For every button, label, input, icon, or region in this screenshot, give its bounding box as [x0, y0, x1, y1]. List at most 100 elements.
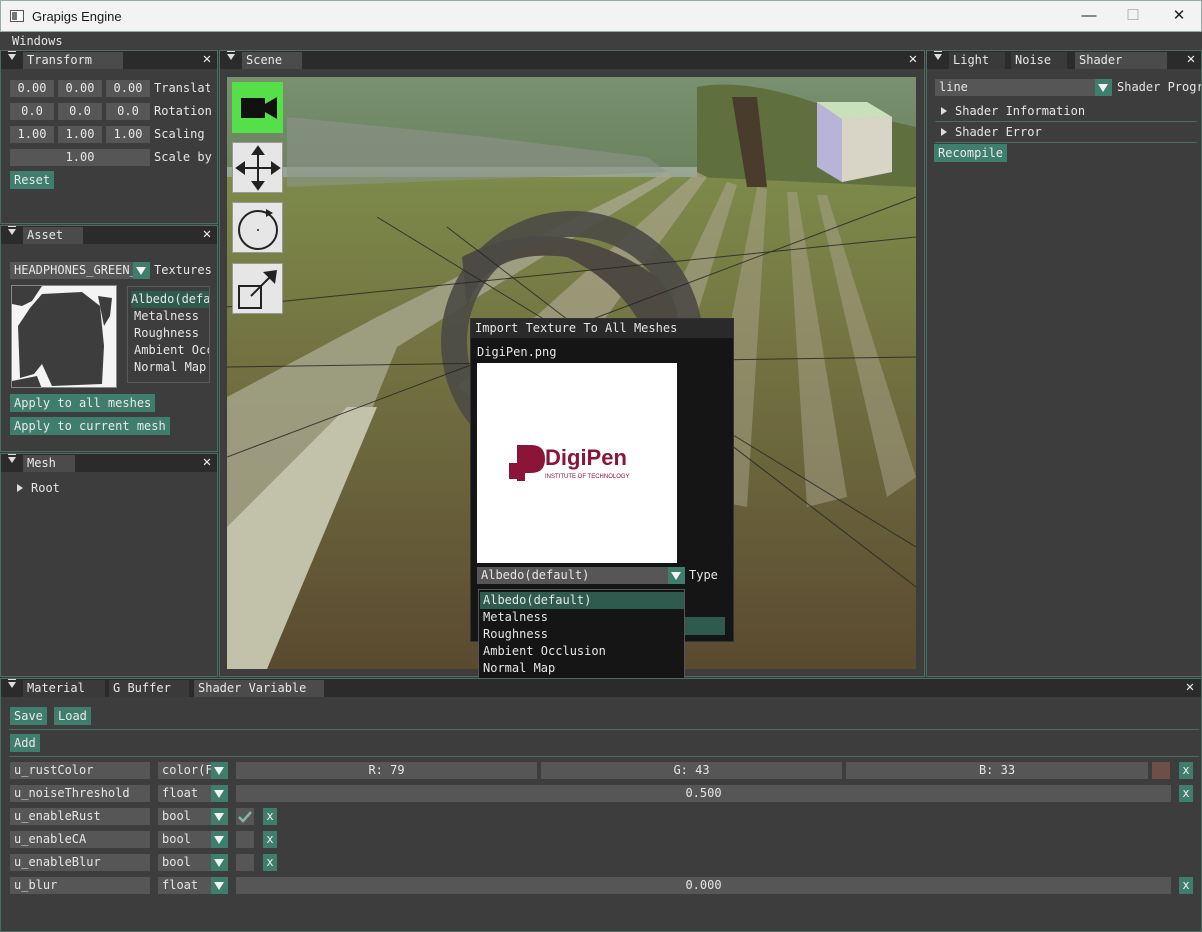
tab-noise[interactable]: Noise: [1011, 52, 1067, 69]
tab-shader[interactable]: Shader: [1075, 52, 1167, 69]
option-normal-map[interactable]: Normal Map: [480, 660, 684, 677]
close-icon[interactable]: ✕: [200, 454, 214, 470]
color-swatch[interactable]: [1152, 762, 1170, 779]
variable-type-select[interactable]: float: [158, 877, 228, 894]
chevron-down-icon[interactable]: [211, 854, 228, 871]
apply-current-mesh-button[interactable]: Apply to current mesh: [10, 417, 170, 435]
texture-item-albedo[interactable]: Albedo(defa: [131, 291, 209, 308]
collapse-arrow-icon[interactable]: [8, 226, 16, 235]
tree-expand-icon[interactable]: [941, 107, 947, 115]
rotate-tool-button[interactable]: [232, 202, 283, 253]
rotation-z-field[interactable]: 0.0: [106, 103, 150, 120]
collapse-arrow-icon[interactable]: [227, 51, 235, 60]
tree-expand-icon[interactable]: [17, 484, 23, 492]
asset-select[interactable]: HEADPHONES_GREEN_: [10, 262, 150, 279]
color-g-field[interactable]: G: 43: [541, 762, 842, 779]
close-icon[interactable]: ✕: [1183, 679, 1197, 695]
camera-tool-button[interactable]: [232, 82, 283, 133]
chevron-down-icon[interactable]: [211, 877, 228, 894]
rotation-x-field[interactable]: 0.0: [10, 103, 54, 120]
bool-checkbox[interactable]: [236, 831, 254, 848]
tab-light[interactable]: Light: [949, 52, 1005, 69]
option-metalness[interactable]: Metalness: [480, 609, 684, 626]
apply-all-meshes-button[interactable]: Apply to all meshes: [10, 394, 156, 412]
shader-information-header[interactable]: Shader Information: [941, 103, 1171, 120]
chevron-down-icon[interactable]: [133, 262, 150, 279]
rotation-y-field[interactable]: 0.0: [58, 103, 102, 120]
chevron-down-icon[interactable]: [211, 831, 228, 848]
variable-name-field[interactable]: u_enableBlur: [10, 854, 150, 871]
shader-error-header[interactable]: Shader Error: [941, 124, 1171, 141]
remove-variable-button[interactable]: x: [1179, 877, 1193, 894]
variable-type-select[interactable]: float: [158, 785, 228, 802]
close-window-button[interactable]: ✕: [1156, 5, 1202, 29]
close-icon[interactable]: ✕: [200, 51, 214, 67]
texture-item-roughness[interactable]: Roughness: [134, 325, 209, 342]
texture-item-normal-map[interactable]: Normal Map: [134, 359, 209, 376]
minimize-button[interactable]: —: [1066, 5, 1112, 29]
recompile-button[interactable]: Recompile: [934, 144, 1008, 162]
chevron-down-icon[interactable]: [211, 762, 228, 779]
variable-type-select[interactable]: bool: [158, 831, 228, 848]
shader-program-select[interactable]: line: [935, 79, 1112, 96]
option-albedo[interactable]: Albedo(default): [480, 592, 684, 609]
close-icon[interactable]: ✕: [200, 226, 214, 242]
tab-shader-variable[interactable]: Shader Variable: [194, 680, 324, 697]
float-slider[interactable]: 0.500: [236, 785, 1171, 802]
chevron-down-icon[interactable]: [211, 785, 228, 802]
bool-checkbox[interactable]: [236, 808, 254, 825]
add-variable-button[interactable]: Add: [10, 734, 40, 752]
variable-name-field[interactable]: u_enableRust: [10, 808, 150, 825]
variable-type-select[interactable]: bool: [158, 808, 228, 825]
remove-variable-button[interactable]: x: [263, 854, 277, 871]
tab-mesh[interactable]: Mesh: [23, 455, 75, 472]
tab-scene[interactable]: Scene: [242, 52, 302, 69]
remove-variable-button[interactable]: x: [263, 831, 277, 848]
scale-by-field[interactable]: 1.00: [10, 149, 150, 166]
move-tool-button[interactable]: [232, 142, 283, 193]
texture-type-select[interactable]: Albedo(default): [477, 567, 685, 584]
variable-name-field[interactable]: u_noiseThreshold: [10, 785, 150, 802]
texture-item-metalness[interactable]: Metalness: [134, 308, 209, 325]
remove-variable-button[interactable]: x: [263, 808, 277, 825]
collapse-arrow-icon[interactable]: [8, 51, 16, 60]
remove-variable-button[interactable]: x: [1179, 762, 1193, 779]
variable-type-select[interactable]: color(F: [158, 762, 228, 779]
variable-name-field[interactable]: u_blur: [10, 877, 150, 894]
remove-variable-button[interactable]: x: [1179, 785, 1193, 802]
variable-name-field[interactable]: u_enableCA: [10, 831, 150, 848]
translation-y-field[interactable]: 0.00: [58, 80, 102, 97]
bool-checkbox[interactable]: [236, 854, 254, 871]
load-button[interactable]: Load: [54, 707, 91, 725]
close-icon[interactable]: ✕: [1184, 51, 1198, 67]
reset-button[interactable]: Reset: [10, 171, 55, 189]
menu-windows[interactable]: Windows: [12, 34, 63, 48]
save-button[interactable]: Save: [10, 707, 47, 725]
maximize-button[interactable]: ☐: [1110, 5, 1156, 29]
scale-tool-button[interactable]: [232, 263, 283, 314]
tab-asset[interactable]: Asset: [23, 227, 83, 244]
option-roughness[interactable]: Roughness: [480, 626, 684, 643]
float-slider[interactable]: 0.000: [236, 877, 1171, 894]
translation-x-field[interactable]: 0.00: [10, 80, 54, 97]
tree-expand-icon[interactable]: [941, 128, 947, 136]
translation-z-field[interactable]: 0.00: [106, 80, 150, 97]
chevron-down-icon[interactable]: [668, 567, 685, 584]
variable-name-field[interactable]: u_rustColor: [10, 762, 150, 779]
scaling-y-field[interactable]: 1.00: [58, 126, 102, 143]
tree-node-root[interactable]: Root: [17, 480, 137, 497]
chevron-down-icon[interactable]: [1095, 79, 1112, 96]
chevron-down-icon[interactable]: [211, 808, 228, 825]
color-r-field[interactable]: R: 79: [236, 762, 537, 779]
option-ambient-occlusion[interactable]: Ambient Occlusion: [480, 643, 684, 660]
collapse-arrow-icon[interactable]: [8, 454, 16, 463]
tab-transform[interactable]: Transform: [23, 52, 123, 69]
tab-g-buffer[interactable]: G Buffer: [109, 680, 189, 697]
scaling-x-field[interactable]: 1.00: [10, 126, 54, 143]
variable-type-select[interactable]: bool: [158, 854, 228, 871]
collapse-arrow-icon[interactable]: [934, 51, 942, 60]
texture-item-ambient-occlusion[interactable]: Ambient Occ: [134, 342, 209, 359]
tab-material[interactable]: Material: [23, 680, 105, 697]
scaling-z-field[interactable]: 1.00: [106, 126, 150, 143]
color-b-field[interactable]: B: 33: [846, 762, 1148, 779]
